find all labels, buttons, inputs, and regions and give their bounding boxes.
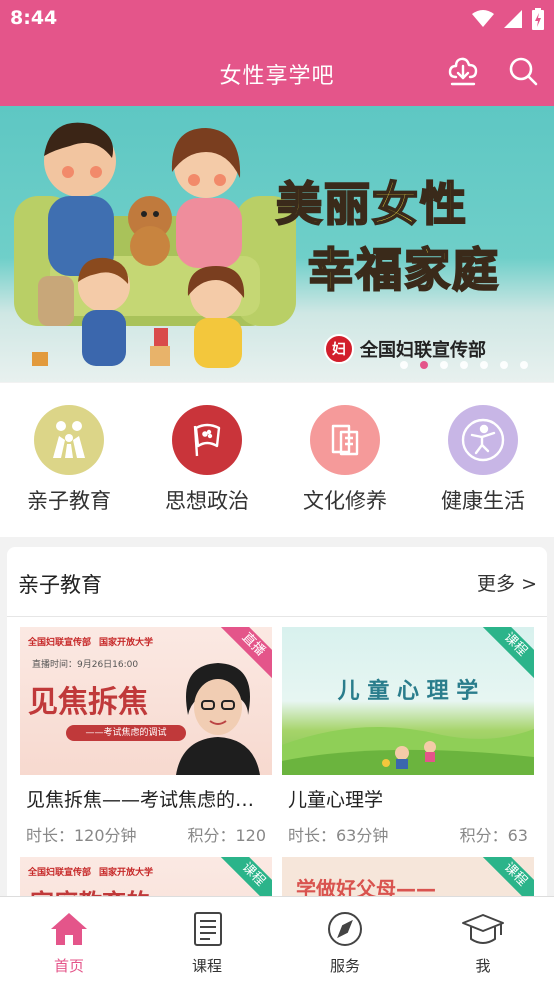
bottom-navigation: 首页 课程 服务 我 — [0, 896, 554, 984]
carousel-indicator — [400, 361, 528, 369]
course-thumbnail: 儿 童 心 理 学 课程 — [282, 627, 534, 775]
nav-courses[interactable]: 课程 — [138, 911, 276, 976]
battery-icon — [532, 8, 544, 30]
course-title: 见焦拆焦——考试焦虑的调试 — [26, 789, 272, 811]
banner-org: 妇 全国妇联宣传部 — [324, 334, 486, 364]
carousel-dot[interactable] — [500, 361, 508, 369]
carousel-dot[interactable] — [520, 361, 528, 369]
thumb-title: 儿 童 心 理 学 — [337, 679, 479, 704]
status-bar: 8:44 — [0, 0, 554, 38]
category-politics[interactable]: 思想政治 — [138, 405, 276, 515]
banner-org-name: 全国妇联宣传部 — [360, 340, 486, 361]
carousel-dot-active[interactable] — [420, 361, 428, 369]
download-button[interactable] — [446, 54, 480, 88]
parenting-section: 亲子教育 更多 > 全国妇联宣传部 国家开放大学 直播时间：9月26日16:00… — [7, 547, 547, 907]
banner-carousel[interactable]: 美丽女性 幸福家庭 妇 全国妇联宣传部 — [0, 106, 554, 382]
category-label: 亲子教育 — [27, 489, 111, 513]
course-meta: 时长：120分钟 积分：120 — [20, 822, 272, 846]
more-link[interactable]: 更多 > — [477, 569, 537, 596]
carousel-dot[interactable] — [440, 361, 448, 369]
graduation-cap-icon — [462, 914, 504, 944]
family-illustration — [14, 122, 296, 368]
family-icon — [34, 405, 104, 475]
nav-label: 我 — [475, 957, 491, 975]
course-card[interactable]: 儿 童 心 理 学 课程 儿童心理学 时长：63分钟 积分：63 — [282, 627, 534, 846]
section-header: 亲子教育 更多 > — [7, 547, 547, 617]
thumb-org: 全国妇联宣传部 — [28, 868, 92, 878]
course-list-icon — [194, 912, 222, 946]
exercise-icon — [448, 405, 518, 475]
flag-icon — [172, 405, 242, 475]
category-culture[interactable]: 文化修养 — [276, 405, 414, 515]
category-parenting[interactable]: 亲子教育 — [0, 405, 138, 515]
nav-label: 首页 — [53, 957, 84, 975]
app-bar: 女性享学吧 — [0, 38, 554, 106]
category-label: 健康生活 — [441, 489, 525, 513]
search-icon — [509, 57, 538, 86]
nav-home[interactable]: 首页 — [0, 911, 138, 976]
status-time: 8:44 — [10, 7, 58, 29]
category-label: 思想政治 — [165, 489, 249, 513]
nav-services[interactable]: 服务 — [276, 911, 414, 976]
search-button[interactable] — [506, 54, 540, 88]
carousel-dot[interactable] — [480, 361, 488, 369]
compass-icon — [328, 912, 362, 946]
speaker-portrait — [176, 663, 260, 775]
course-meta: 时长：63分钟 积分：63 — [282, 822, 534, 846]
course-duration: 时长：120分钟 — [26, 826, 137, 845]
thumb-org: 国家开放大学 — [99, 638, 154, 648]
banner-headline-2: 幸福家庭 — [307, 242, 500, 298]
nav-label: 服务 — [329, 957, 360, 975]
home-icon — [51, 913, 87, 945]
course-thumbnail: 全国妇联宣传部 国家开放大学 直播时间：9月26日16:00 见焦拆焦 ——考试… — [20, 627, 272, 775]
thumb-live-time: 直播时间：9月26日16:00 — [32, 660, 139, 670]
nav-label: 课程 — [191, 957, 222, 975]
thumb-org: 国家开放大学 — [99, 868, 154, 878]
kids-illustration — [282, 727, 534, 775]
course-points: 积分：63 — [459, 826, 528, 845]
course-duration: 时长：63分钟 — [288, 826, 389, 845]
category-label: 文化修养 — [303, 489, 387, 513]
womens-federation-logo: 妇 — [324, 334, 354, 364]
category-row: 亲子教育 思想政治 文化修养 健康生活 — [0, 383, 554, 537]
course-points: 积分：120 — [187, 826, 266, 845]
wifi-icon — [472, 10, 494, 27]
thumb-title: 见焦拆焦 — [28, 685, 148, 720]
category-health[interactable]: 健康生活 — [414, 405, 552, 515]
course-card[interactable]: 全国妇联宣传部 国家开放大学 直播时间：9月26日16:00 见焦拆焦 ——考试… — [20, 627, 272, 846]
carousel-dot[interactable] — [460, 361, 468, 369]
section-title: 亲子教育 — [18, 573, 102, 597]
carousel-dot[interactable] — [400, 361, 408, 369]
banner-headline-1: 美丽女性 — [275, 176, 468, 232]
course-title: 儿童心理学 — [288, 789, 384, 811]
status-icons — [472, 8, 544, 30]
book-icon — [310, 405, 380, 475]
download-icon — [448, 57, 478, 86]
thumb-org: 全国妇联宣传部 — [28, 638, 92, 648]
nav-me[interactable]: 我 — [414, 911, 552, 976]
signal-icon — [504, 10, 522, 28]
